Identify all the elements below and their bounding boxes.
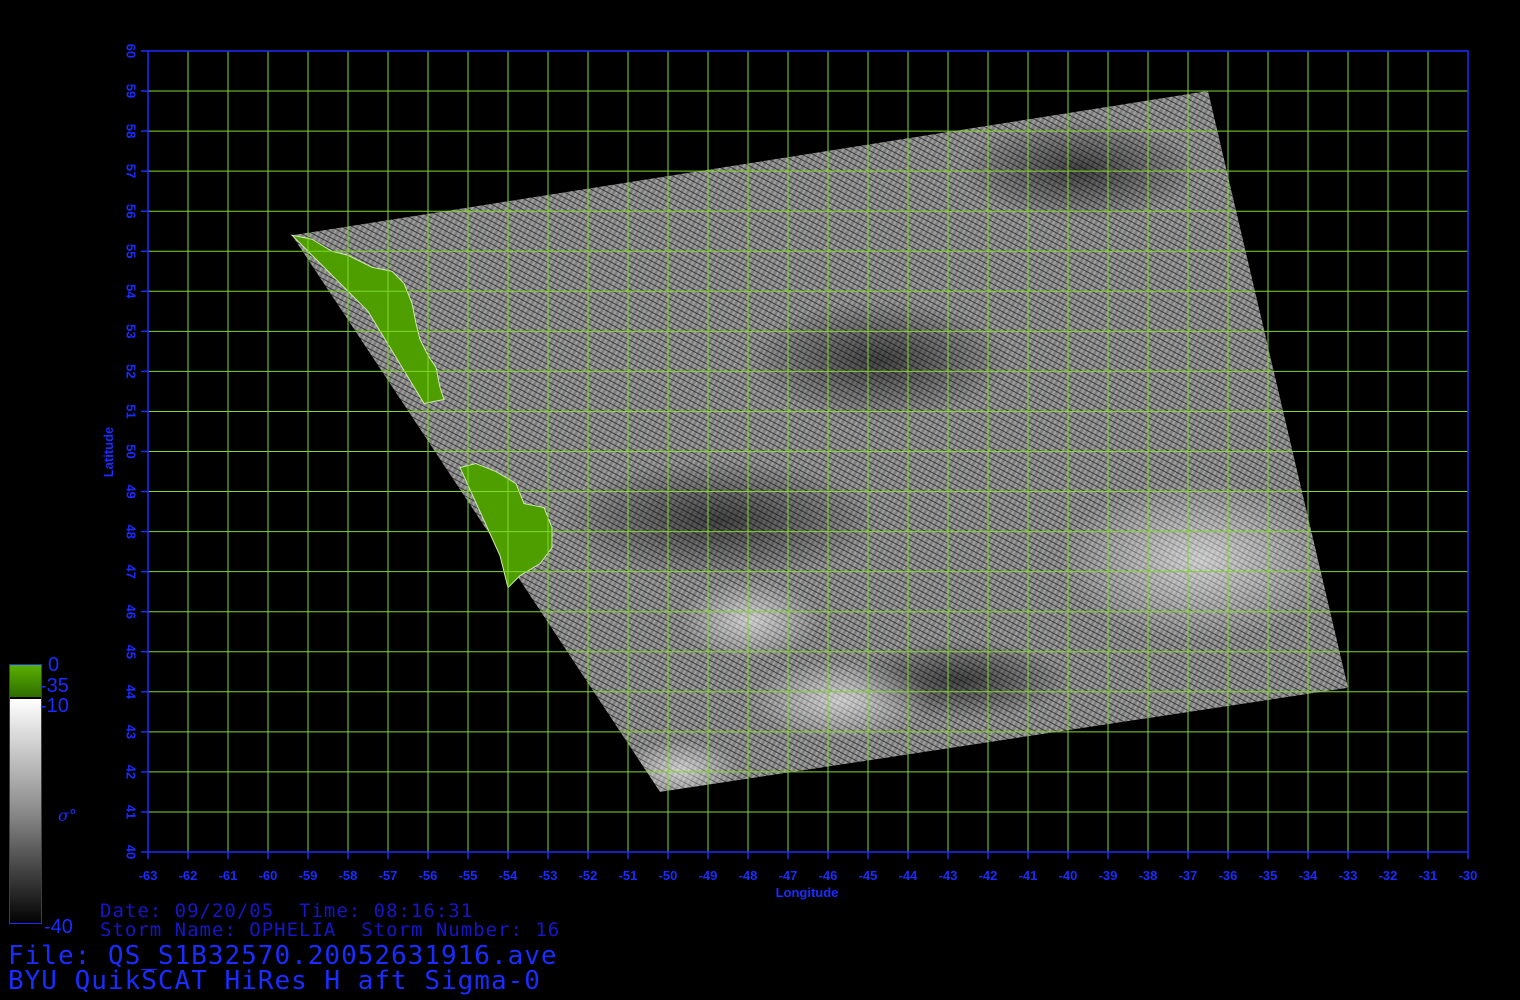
colorbar-label-land-bottom: -35 <box>40 675 69 697</box>
swath-feature-3 <box>560 460 880 580</box>
x-tick-label: -34 <box>1299 868 1319 883</box>
x-tick-label: -55 <box>459 868 478 883</box>
y-tick-label: 52 <box>124 364 139 378</box>
date-time-line: Date: 09/20/05 Time: 08:16:31 <box>100 900 474 922</box>
x-tick-label: -51 <box>619 868 638 883</box>
x-tick-label: -32 <box>1379 868 1398 883</box>
x-tick-label: -47 <box>779 868 798 883</box>
x-tick-label: -50 <box>659 868 678 883</box>
x-tick-label: -57 <box>379 868 398 883</box>
y-tick-label: 58 <box>124 124 139 138</box>
x-tick-label: -36 <box>1219 868 1238 883</box>
y-tick-label: 41 <box>124 805 139 819</box>
x-tick-label: -43 <box>939 868 958 883</box>
x-tick-label: -35 <box>1259 868 1278 883</box>
swath-feature-0 <box>750 300 1010 420</box>
x-tick-label: -52 <box>579 868 598 883</box>
y-tick-label: 40 <box>124 845 139 859</box>
y-tick-label: 42 <box>124 765 139 779</box>
x-tick-label: -39 <box>1099 868 1118 883</box>
x-tick-label: -63 <box>139 868 158 883</box>
x-tick-label: -33 <box>1339 868 1358 883</box>
y-tick-label: 44 <box>124 685 139 700</box>
x-tick-label: -60 <box>259 868 278 883</box>
y-tick-label: 56 <box>124 204 139 218</box>
x-tick-label: -42 <box>979 868 998 883</box>
x-tick-label: -38 <box>1139 868 1158 883</box>
x-tick-label: -40 <box>1059 868 1078 883</box>
y-tick-label: 45 <box>124 645 139 659</box>
x-tick-label: -49 <box>699 868 718 883</box>
sigma-symbol: σ° <box>58 806 77 825</box>
x-tick-label: -46 <box>819 868 838 883</box>
y-tick-label: 51 <box>124 404 139 418</box>
y-tick-label: 48 <box>124 524 139 538</box>
x-tick-label: -45 <box>859 868 878 883</box>
colorbar-label-top: -10 <box>40 695 69 717</box>
swath-feature-5 <box>750 660 930 740</box>
y-tick-label: 57 <box>124 164 139 178</box>
storm-info-line: Storm Name: OPHELIA Storm Number: 16 <box>100 919 561 941</box>
colorbar-label-land-top: 0 <box>48 654 60 676</box>
y-tick-label: 60 <box>124 44 139 58</box>
x-tick-label: -44 <box>899 868 919 883</box>
y-tick-label: 53 <box>124 324 139 338</box>
radar-map: -63 -62 -61 -60 -59 -58 -57 -56 -55 -54 -53 -52 -51 -… <box>101 44 1478 900</box>
y-tick-label: 54 <box>124 284 139 299</box>
swath-feature-6 <box>620 740 740 792</box>
colorbar-label-bottom: -40 <box>44 916 73 938</box>
y-tick-label: 46 <box>124 604 139 618</box>
x-tick-label: -41 <box>1019 868 1038 883</box>
y-tick-label: 43 <box>124 725 139 739</box>
x-tick-label: -58 <box>339 868 358 883</box>
x-tick-label: -48 <box>739 868 758 883</box>
colorbar-gradient <box>10 699 41 923</box>
y-tick-label: 49 <box>124 484 139 498</box>
colorbar-land-swatch <box>10 665 41 697</box>
y-tick-label: 50 <box>124 444 139 458</box>
x-tick-label: -30 <box>1459 868 1478 883</box>
y-axis-title: Latitude <box>101 427 116 478</box>
x-tick-label: -53 <box>539 868 558 883</box>
y-tick-label: 59 <box>124 84 139 98</box>
swath-feature-7 <box>1060 480 1340 640</box>
x-tick-label: -37 <box>1179 868 1198 883</box>
x-tick-label: -31 <box>1419 868 1438 883</box>
y-tick-label: 55 <box>124 244 139 258</box>
swath-feature-1 <box>960 120 1200 220</box>
x-axis-title: Longitude <box>776 885 839 900</box>
x-tick-label: -61 <box>219 868 238 883</box>
product-title-line: BYU QuikSCAT HiRes H aft Sigma-0 <box>8 966 541 996</box>
x-tick-label: -54 <box>499 868 519 883</box>
y-tick-label: 47 <box>124 564 139 578</box>
x-tick-label: -56 <box>419 868 438 883</box>
x-tick-label: -62 <box>179 868 198 883</box>
colorbar <box>9 664 42 924</box>
swath-feature-4 <box>680 580 820 660</box>
x-tick-label: -59 <box>299 868 318 883</box>
